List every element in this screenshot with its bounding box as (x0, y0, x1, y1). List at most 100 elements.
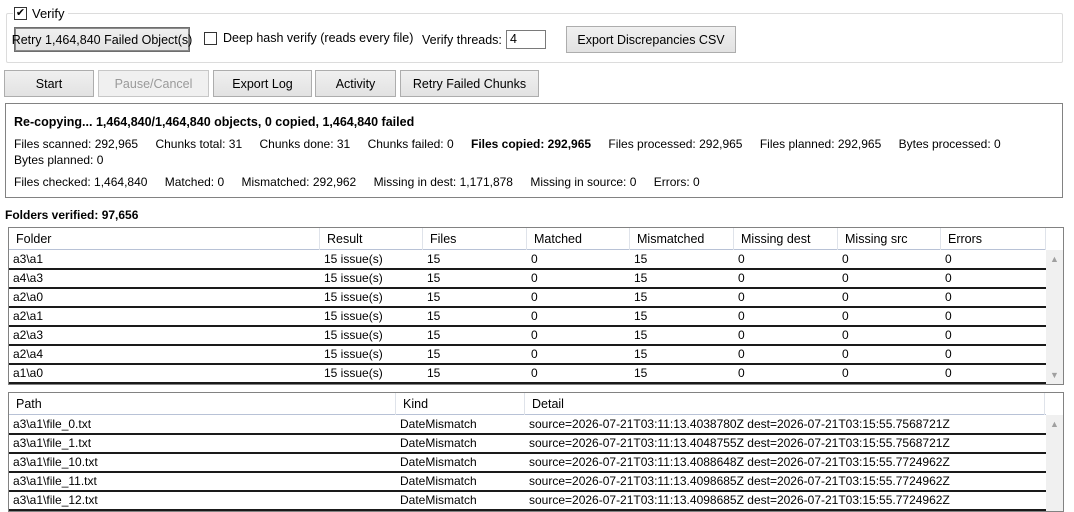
verify-threads-input[interactable]: 4 (506, 30, 546, 49)
discrepancy-row[interactable]: a3\a1\file_10.txt DateMismatch source=2026… (9, 454, 1046, 473)
stat-chunks-done: Chunks done: 31 (259, 137, 351, 151)
discrepancy-row[interactable]: a3\a1\file_0.txt DateMismatch source=2026-… (9, 416, 1046, 435)
discrepancy-cell-kind: DateMismatch (400, 436, 477, 450)
folder-cell-missing-src: 0 (842, 290, 849, 304)
discrepancy-cell-detail: source=2026-07-21T03:11:13.4098685Z dest… (529, 493, 950, 507)
stat-files-processed: Files processed: 292,965 (608, 137, 743, 151)
discrepancy-cell-path: a3\a1\file_10.txt (13, 455, 98, 469)
folder-cell-files: 15 (427, 366, 441, 380)
folder-row[interactable]: a2\a4 15 issue(s) 15 0 15 0 0 0 (9, 346, 1046, 365)
folder-cell-mismatched: 15 (634, 309, 648, 323)
folder-cell-missing-dest: 0 (738, 366, 745, 380)
folder-row[interactable]: a2\a0 15 issue(s) 15 0 15 0 0 0 (9, 289, 1046, 308)
status-verify-line: Files checked: 1,464,840 Matched: 0 Mism… (14, 175, 714, 189)
folder-cell-mismatched: 15 (634, 328, 648, 342)
retry-failed-chunks-button[interactable]: Retry Failed Chunks (400, 70, 539, 97)
folder-cell-files: 15 (427, 290, 441, 304)
discrepancy-col-kind[interactable]: Kind (396, 393, 525, 415)
chevron-up-icon[interactable]: ▲ (1046, 252, 1063, 266)
start-button[interactable]: Start (4, 70, 94, 97)
deep-hash-checkbox[interactable] (204, 31, 217, 45)
folder-cell-missing-dest: 0 (738, 290, 745, 304)
folder-cell-missing-src: 0 (842, 271, 849, 285)
folder-col-mismatched[interactable]: Mismatched (630, 228, 734, 250)
folder-cell-result: 15 issue(s) (324, 252, 383, 266)
folder-col-missing-dest[interactable]: Missing dest (734, 228, 838, 250)
folder-cell-missing-dest: 0 (738, 328, 745, 342)
export-discrepancies-button[interactable]: Export Discrepancies CSV (566, 26, 736, 53)
folder-col-result[interactable]: Result (320, 228, 423, 250)
folder-cell-folder: a2\a0 (13, 290, 44, 304)
verify-checkbox[interactable]: ✔ (14, 6, 27, 20)
folder-cell-errors: 0 (945, 347, 952, 361)
discrepancy-col-detail[interactable]: Detail (525, 393, 1045, 415)
discrepancy-col-path[interactable]: Path (9, 393, 396, 415)
folder-row[interactable]: a1\a0 15 issue(s) 15 0 15 0 0 0 (9, 365, 1046, 384)
discrepancies-scrollbar[interactable]: ▲ (1046, 415, 1063, 511)
status-stats-line: Files scanned: 292,965 Chunks total: 31 … (14, 137, 1015, 151)
folder-cell-folder: a2\a4 (13, 347, 44, 361)
folder-cell-files: 15 (427, 347, 441, 361)
discrepancies-grid-header: Path Kind Detail (9, 393, 1046, 415)
retry-failed-objects-button[interactable]: Retry 1,464,840 Failed Object(s) (12, 27, 192, 52)
folder-cell-folder: a2\a1 (13, 309, 44, 323)
discrepancy-cell-kind: DateMismatch (400, 455, 477, 469)
folder-col-matched[interactable]: Matched (527, 228, 630, 250)
folder-col-folder[interactable]: Folder (9, 228, 320, 250)
discrepancy-cell-detail: source=2026-07-21T03:11:13.4048755Z dest… (529, 436, 950, 450)
discrepancy-cell-kind: DateMismatch (400, 474, 477, 488)
folder-cell-matched: 0 (531, 271, 538, 285)
folder-cell-missing-dest: 0 (738, 271, 745, 285)
deep-hash-option[interactable]: Deep hash verify (reads every file) (204, 31, 413, 45)
stat-files-scanned: Files scanned: 292,965 (14, 137, 139, 151)
folder-cell-errors: 0 (945, 309, 952, 323)
export-log-button[interactable]: Export Log (213, 70, 312, 97)
folder-col-missing-src[interactable]: Missing src (838, 228, 941, 250)
discrepancy-row[interactable]: a3\a1\file_12.txt DateMismatch source=2026… (9, 492, 1046, 511)
discrepancy-row[interactable]: a3\a1\file_11.txt DateMismatch source=2026… (9, 473, 1046, 492)
folder-cell-mismatched: 15 (634, 290, 648, 304)
status-panel: Re-copying... 1,464,840/1,464,840 object… (5, 103, 1063, 198)
discrepancy-row[interactable]: a3\a1\file_1.txt DateMismatch source=2026-… (9, 435, 1046, 454)
folder-cell-errors: 0 (945, 252, 952, 266)
stat-errors: Errors: 0 (653, 175, 700, 189)
stat-missing-in-dest: Missing in dest: 1,171,878 (373, 175, 513, 189)
folder-cell-errors: 0 (945, 271, 952, 285)
folder-row[interactable]: a2\a3 15 issue(s) 15 0 15 0 0 0 (9, 327, 1046, 346)
activity-button[interactable]: Activity (315, 70, 396, 97)
folder-row[interactable]: a4\a3 15 issue(s) 15 0 15 0 0 0 (9, 270, 1046, 289)
chevron-down-icon[interactable]: ▼ (1046, 368, 1063, 382)
discrepancy-cell-detail: source=2026-07-21T03:11:13.4088648Z dest… (529, 455, 950, 469)
discrepancy-cell-path: a3\a1\file_1.txt (13, 436, 92, 450)
folder-col-files[interactable]: Files (423, 228, 527, 250)
stat-matched: Matched: 0 (164, 175, 225, 189)
stat-files-checked: Files checked: 1,464,840 (14, 175, 148, 189)
stat-files-copied: Files copied: 292,965 (470, 137, 592, 151)
folder-cell-matched: 0 (531, 252, 538, 266)
folder-col-errors[interactable]: Errors (941, 228, 1046, 250)
discrepancy-cell-path: a3\a1\file_11.txt (13, 474, 97, 488)
folder-cell-missing-dest: 0 (738, 309, 745, 323)
stat-files-planned: Files planned: 292,965 (759, 137, 882, 151)
folder-cell-missing-src: 0 (842, 328, 849, 342)
pause-cancel-button[interactable]: Pause/Cancel (98, 70, 209, 97)
folders-grid[interactable]: Folder Result Files Matched Mismatched Missin… (8, 227, 1064, 385)
deep-hash-label: Deep hash verify (reads every file) (223, 31, 414, 45)
folders-scrollbar[interactable]: ▲ ▼ (1046, 250, 1063, 384)
chevron-up-icon[interactable]: ▲ (1046, 417, 1063, 431)
folder-cell-folder: a4\a3 (13, 271, 44, 285)
status-headline: Re-copying... 1,464,840/1,464,840 object… (14, 115, 415, 129)
folder-cell-mismatched: 15 (634, 366, 648, 380)
discrepancies-grid[interactable]: Path Kind Detail a3\a1\file_0.txt DateMisma… (8, 392, 1064, 512)
folder-cell-missing-src: 0 (842, 366, 849, 380)
folder-cell-result: 15 issue(s) (324, 271, 383, 285)
folder-cell-missing-dest: 0 (738, 252, 745, 266)
folder-row[interactable]: a3\a1 15 issue(s) 15 0 15 0 0 0 (9, 251, 1046, 270)
discrepancy-cell-kind: DateMismatch (400, 493, 477, 507)
discrepancy-cell-detail: source=2026-07-21T03:11:13.4038780Z dest… (529, 417, 950, 431)
folder-cell-folder: a3\a1 (13, 252, 44, 266)
folder-row[interactable]: a2\a1 15 issue(s) 15 0 15 0 0 0 (9, 308, 1046, 327)
folders-verified-label: Folders verified: 97,656 (5, 208, 139, 222)
folder-cell-missing-src: 0 (842, 347, 849, 361)
verify-threads-label: Verify threads: (422, 33, 502, 47)
